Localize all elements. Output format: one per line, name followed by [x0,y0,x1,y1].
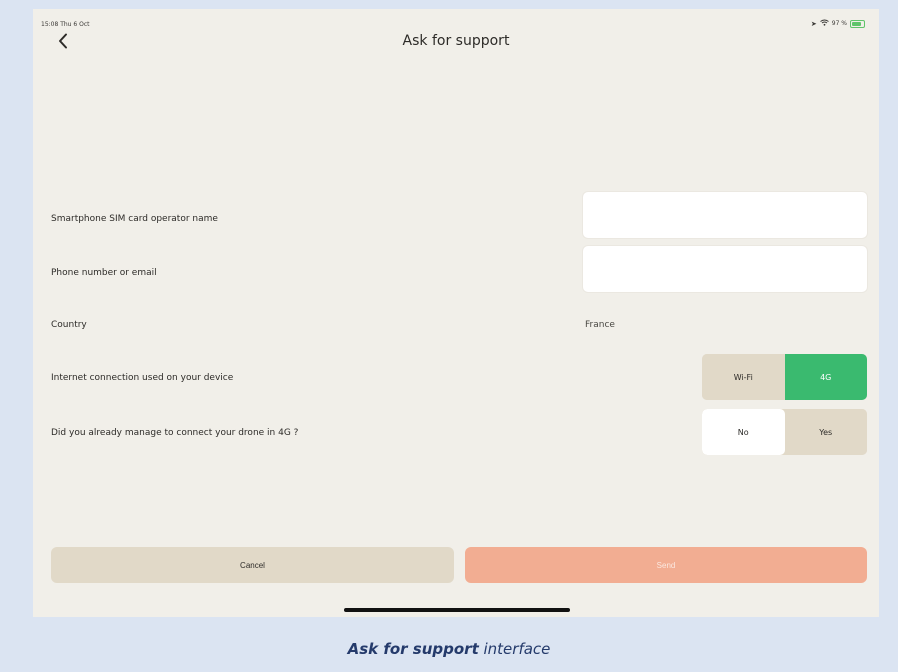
figure-caption: Ask for support interface [0,640,898,658]
status-date: Thu 6 Oct [60,21,90,28]
status-clock: 15:08 [41,21,59,28]
home-indicator[interactable] [344,608,570,612]
connection-option-wifi[interactable]: Wi-Fi [702,354,785,400]
contact-label: Phone number or email [51,268,157,278]
status-indicators: ➤ 97 % [811,19,865,28]
battery-icon [850,19,865,28]
country-label: Country [51,320,87,330]
connection-segmented-control: Wi-Fi 4G [702,354,867,400]
connection-option-4g[interactable]: 4G [784,354,867,400]
app-screen: 15:08 Thu 6 Oct ➤ 97 % Ask for support S… [33,9,879,617]
contact-input[interactable] [583,246,867,292]
country-value[interactable]: France [585,320,615,330]
connection-label: Internet connection used on your device [51,373,234,383]
cancel-button[interactable]: Cancel [51,547,454,583]
sim-operator-label: Smartphone SIM card operator name [51,214,218,224]
sim-operator-input[interactable] [583,192,867,238]
wifi-icon [819,19,829,28]
caption-bold: Ask for support [347,640,479,658]
drone-4g-segmented-control: No Yes [702,409,867,455]
location-icon: ➤ [810,19,817,28]
send-button[interactable]: Send [465,547,867,583]
drone-4g-label: Did you already manage to connect your d… [51,428,299,438]
battery-percent: 97 % [831,20,847,27]
page-title: Ask for support [402,33,510,49]
drone-4g-option-yes[interactable]: Yes [784,409,867,455]
caption-rest: interface [478,640,551,658]
drone-4g-option-no[interactable]: No [702,409,785,455]
status-time: 15:08 Thu 6 Oct [41,21,90,28]
